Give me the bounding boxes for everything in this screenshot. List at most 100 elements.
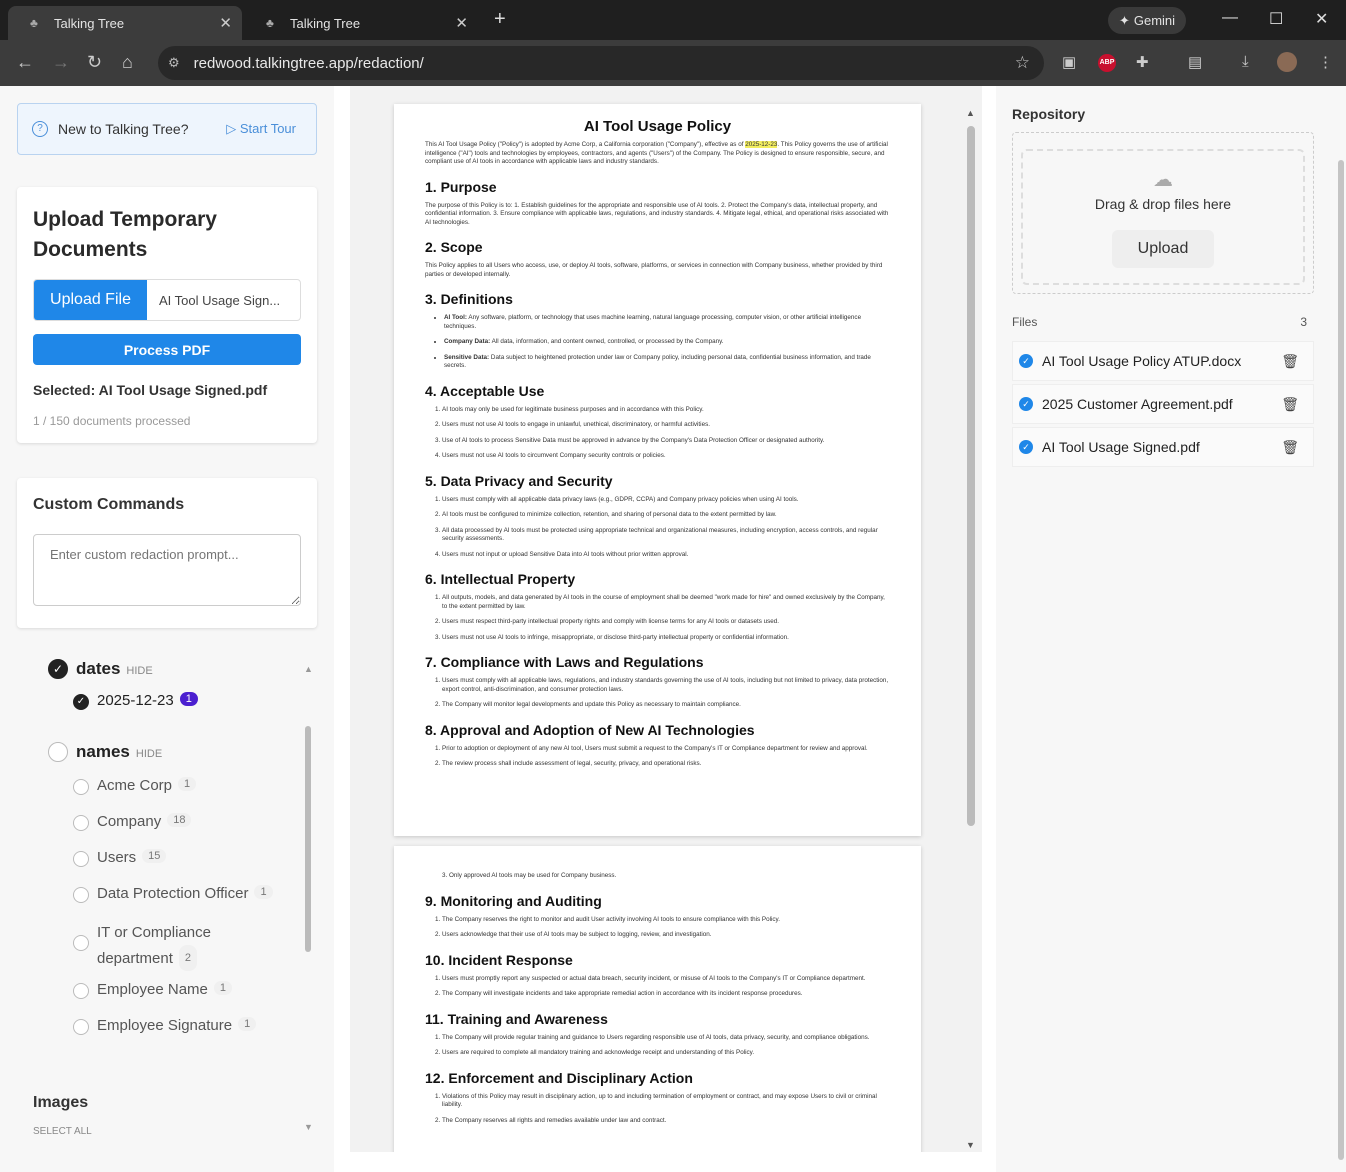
- tour-banner: ? New to Talking Tree? ▷ Start Tour: [17, 103, 317, 155]
- back-icon[interactable]: ←: [16, 52, 34, 73]
- entity-checkbox[interactable]: [73, 851, 89, 867]
- entity-item[interactable]: Employee Name 1: [73, 981, 233, 999]
- tab-active[interactable]: ♣ Talking Tree ✕: [8, 6, 242, 40]
- entity-label: Employee Name: [97, 981, 208, 998]
- forward-icon[interactable]: →: [52, 52, 70, 73]
- hide-toggle[interactable]: HIDE: [126, 665, 152, 677]
- entity-checkbox[interactable]: [73, 815, 89, 831]
- menu-icon[interactable]: ⋮: [1318, 53, 1333, 71]
- entity-checkbox[interactable]: [73, 983, 89, 999]
- reload-icon[interactable]: ↻: [87, 52, 102, 73]
- extension-icon[interactable]: ▣: [1062, 53, 1076, 71]
- file-row[interactable]: ✓ AI Tool Usage Signed.pdf 🗑: [1012, 427, 1314, 467]
- entity-checkbox[interactable]: [73, 887, 89, 903]
- entity-label: Users: [97, 849, 137, 866]
- maximize-icon[interactable]: ☐: [1269, 9, 1283, 29]
- processed-count: 1 / 150 documents processed: [33, 414, 191, 428]
- close-window-icon[interactable]: ✕: [1315, 9, 1328, 29]
- minimize-icon[interactable]: —: [1222, 9, 1238, 27]
- entity-item[interactable]: Users 15: [73, 849, 167, 867]
- upload-file-button[interactable]: Upload File: [34, 280, 147, 320]
- page-scrollbar[interactable]: [1338, 160, 1344, 1160]
- pdf-page-1: AI Tool Usage Policy This AI Tool Usage …: [394, 104, 921, 836]
- entity-item[interactable]: IT or Compliance department 2: [73, 921, 273, 971]
- tab-second[interactable]: ♣ Talking Tree ✕: [244, 6, 478, 40]
- entity-checkbox[interactable]: [73, 1019, 89, 1035]
- section-heading: 5. Data Privacy and Security: [425, 472, 613, 489]
- close-tab-icon[interactable]: ✕: [219, 14, 232, 32]
- gemini-button[interactable]: ✦ Gemini: [1108, 7, 1186, 34]
- new-tab-icon[interactable]: +: [494, 8, 506, 31]
- drop-zone-inner[interactable]: ☁ Drag & drop files here Upload: [1021, 149, 1305, 285]
- media-icon[interactable]: ▤: [1188, 53, 1202, 71]
- adblock-icon[interactable]: ABP: [1098, 54, 1116, 72]
- files-label: Files: [1012, 315, 1038, 329]
- entity-item[interactable]: Company 18: [73, 813, 192, 831]
- process-pdf-button[interactable]: Process PDF: [33, 334, 301, 365]
- scroll-down-icon[interactable]: ▼: [966, 1140, 975, 1150]
- entity-checkbox[interactable]: [73, 935, 89, 951]
- drop-zone[interactable]: ☁ Drag & drop files here Upload: [1012, 132, 1314, 294]
- start-tour-label: Start Tour: [239, 121, 296, 136]
- entity-label: Employee Signature: [97, 1017, 233, 1034]
- dates-checkbox[interactable]: ✓: [48, 659, 68, 679]
- home-icon[interactable]: ⌂: [122, 52, 133, 73]
- select-all-link[interactable]: SELECT ALL: [33, 1126, 92, 1137]
- list-item: The Company will provide regular trainin…: [442, 1034, 889, 1043]
- entity-item[interactable]: ✓ 2025-12-23 1: [73, 692, 198, 710]
- definition-text: All data, information, and content owned…: [490, 338, 724, 345]
- viewer-scrollbar[interactable]: [967, 126, 975, 826]
- group-dates[interactable]: ✓ dates HIDE: [48, 659, 153, 679]
- tour-text: New to Talking Tree?: [58, 121, 189, 137]
- upload-title: Upload Temporary Documents: [33, 208, 217, 261]
- section-list: Users must comply with all applicable da…: [442, 496, 889, 560]
- redaction-highlight[interactable]: 2025-12-23: [745, 141, 778, 148]
- entity-item[interactable]: Data Protection Officer 1: [73, 885, 273, 903]
- address-bar[interactable]: ⚙ redwood.talkingtree.app/redaction/ ☆: [158, 46, 1044, 80]
- list-item: Users are required to complete all manda…: [442, 1049, 889, 1058]
- entity-checkbox[interactable]: ✓: [73, 694, 89, 710]
- upload-button[interactable]: Upload: [1112, 230, 1214, 268]
- scroll-thumb[interactable]: [305, 726, 311, 952]
- section-heading: 2. Scope: [425, 239, 483, 255]
- trash-icon[interactable]: 🗑: [1281, 439, 1299, 456]
- section-text: The purpose of this Policy is to: 1. Est…: [425, 201, 889, 226]
- scroll-up-icon[interactable]: ▲: [966, 108, 975, 118]
- profile-avatar[interactable]: [1277, 52, 1297, 72]
- document-viewer[interactable]: AI Tool Usage Policy This AI Tool Usage …: [350, 86, 982, 1152]
- definition-text: Data subject to heightened protection un…: [444, 353, 871, 370]
- group-names[interactable]: names HIDE: [48, 742, 162, 762]
- entity-item[interactable]: Acme Corp 1: [73, 777, 197, 795]
- scroll-down-icon[interactable]: ▼: [304, 1122, 313, 1132]
- trash-icon[interactable]: 🗑: [1281, 353, 1299, 370]
- close-tab-icon[interactable]: ✕: [455, 14, 468, 32]
- section-heading: 7. Compliance with Laws and Regulations: [425, 654, 704, 670]
- browser-toolbar: ← → ↻ ⌂ ⚙ redwood.talkingtree.app/redact…: [0, 40, 1346, 86]
- list-item: The review process shall include assessm…: [442, 760, 889, 769]
- trash-icon[interactable]: 🗑: [1281, 396, 1299, 413]
- entities-scrollbar[interactable]: [305, 666, 311, 1136]
- custom-prompt-input[interactable]: [33, 534, 301, 606]
- download-icon[interactable]: ⤓: [1242, 53, 1249, 70]
- hide-toggle[interactable]: HIDE: [136, 748, 162, 760]
- file-row[interactable]: ✓ 2025 Customer Agreement.pdf 🗑: [1012, 384, 1314, 424]
- section-heading: 8. Approval and Adoption of New AI Techn…: [425, 721, 755, 738]
- section-heading: 11. Training and Awareness: [425, 1010, 608, 1027]
- names-checkbox[interactable]: [48, 742, 68, 762]
- entity-item[interactable]: Employee Signature 1: [73, 1017, 257, 1035]
- list-item: Users must not use AI tools to infringe,…: [442, 634, 889, 643]
- list-item: The Company will investigate incidents a…: [442, 990, 889, 999]
- scroll-up-icon[interactable]: ▲: [304, 664, 313, 674]
- entity-checkbox[interactable]: [73, 779, 89, 795]
- start-tour-button[interactable]: ▷ Start Tour: [226, 121, 296, 137]
- file-picker[interactable]: Upload File AI Tool Usage Sign...: [33, 279, 301, 321]
- list-item: All data processed by AI tools must be p…: [442, 527, 889, 544]
- list-item: Users must not input or upload Sensitive…: [442, 551, 889, 560]
- definition-item: Sensitive Data: Data subject to heighten…: [444, 354, 889, 371]
- file-row[interactable]: ✓ AI Tool Usage Policy ATUP.docx 🗑: [1012, 341, 1314, 381]
- site-settings-icon[interactable]: ⚙: [168, 55, 180, 71]
- list-item: The Company reserves all rights and reme…: [442, 1117, 889, 1126]
- puzzle-icon[interactable]: ✚: [1136, 53, 1149, 71]
- bookmark-star-icon[interactable]: ☆: [1015, 53, 1030, 73]
- url-text: redwood.talkingtree.app/redaction/: [193, 54, 424, 72]
